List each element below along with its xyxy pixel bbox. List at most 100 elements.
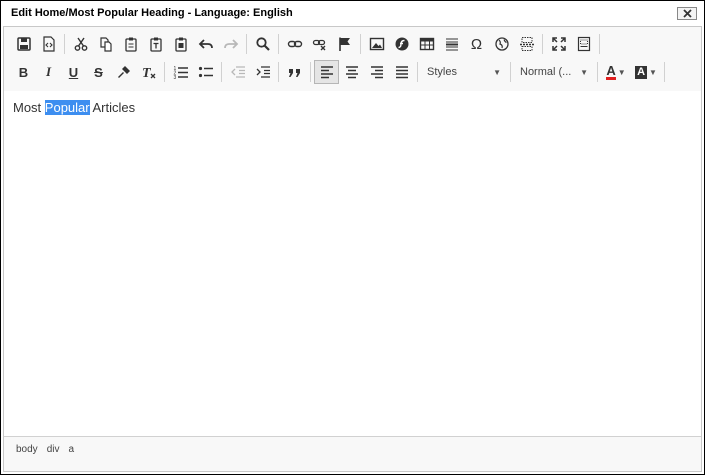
- blockquote-button[interactable]: [282, 60, 307, 84]
- strikethrough-button[interactable]: S: [86, 60, 111, 84]
- element-path-bar: body div a: [4, 436, 701, 471]
- breadcrumb: body div a: [16, 444, 74, 455]
- maximize-icon: [551, 37, 566, 51]
- dialog-titlebar: Edit Home/Most Popular Heading - Languag…: [1, 1, 704, 26]
- paste-word-icon: [174, 37, 187, 52]
- special-char-icon: Ω: [470, 35, 483, 53]
- remove-format-button[interactable]: T: [136, 60, 161, 84]
- toolbar-separator: [417, 62, 418, 82]
- indent-icon: [256, 66, 270, 78]
- toolbar-separator: [278, 62, 279, 82]
- copy-format-button[interactable]: [111, 60, 136, 84]
- bold-button[interactable]: B: [11, 60, 36, 84]
- save-icon: [16, 37, 31, 51]
- paste-button[interactable]: [118, 32, 143, 56]
- paste-word-button[interactable]: [168, 32, 193, 56]
- undo-icon: [198, 39, 213, 49]
- toolbar-separator: [246, 34, 247, 54]
- redo-icon: [223, 39, 238, 49]
- underline-button[interactable]: U: [61, 60, 86, 84]
- link-button[interactable]: [282, 32, 307, 56]
- toolbar-separator: [597, 62, 598, 82]
- horizontal-rule-button[interactable]: [439, 32, 464, 56]
- styles-label: Styles: [427, 66, 457, 78]
- flash-icon: [395, 37, 408, 51]
- unlink-button[interactable]: [307, 32, 332, 56]
- format-label: Normal (...: [520, 66, 572, 78]
- toolbar-separator: [360, 34, 361, 54]
- paste-text-icon: [149, 37, 162, 52]
- close-icon: [682, 9, 692, 18]
- copy-button[interactable]: [93, 32, 118, 56]
- toolbar-row-1: Ω: [11, 32, 603, 56]
- table-icon: [419, 37, 434, 51]
- copy-format-icon: [117, 66, 130, 78]
- background-color-button[interactable]: A ▼: [631, 60, 661, 84]
- toolbar-separator: [278, 34, 279, 54]
- cut-button[interactable]: [68, 32, 93, 56]
- align-right-button[interactable]: [364, 60, 389, 84]
- indent-button[interactable]: [250, 60, 275, 84]
- toolbar-separator: [664, 62, 665, 82]
- chevron-down-icon: ▼: [493, 67, 501, 77]
- justify-button[interactable]: [389, 60, 414, 84]
- align-left-button[interactable]: [314, 60, 339, 84]
- styles-dropdown[interactable]: Styles ▼: [421, 61, 507, 83]
- toolbar-row-2: B I U S T 1 2 3 Styles ▼ Normal (... ▼ A ▼ A ▼: [11, 60, 668, 84]
- italic-button[interactable]: I: [36, 60, 61, 84]
- image-button[interactable]: [364, 32, 389, 56]
- find-button[interactable]: [250, 32, 275, 56]
- close-button[interactable]: [677, 7, 697, 20]
- iframe-icon: [494, 37, 509, 51]
- iframe-button[interactable]: [489, 32, 514, 56]
- maximize-button[interactable]: [546, 32, 571, 56]
- svg-text:T: T: [142, 66, 152, 80]
- editor-content[interactable]: Most Popular Articles: [4, 91, 701, 436]
- special-char-button[interactable]: Ω: [464, 32, 489, 56]
- save-button[interactable]: [11, 32, 36, 56]
- breadcrumb-item[interactable]: a: [68, 444, 74, 455]
- toolbar-separator: [510, 62, 511, 82]
- editor-toolbar: Ω B I U S T 1 2 3 Styles ▼ Normal (... ▼ A ▼ A ▼: [4, 27, 701, 92]
- toolbar-separator: [542, 34, 543, 54]
- show-blocks-icon: [577, 36, 590, 52]
- align-center-icon: [345, 66, 358, 79]
- underline-icon: U: [68, 64, 79, 80]
- toolbar-separator: [164, 62, 165, 82]
- breadcrumb-item[interactable]: div: [47, 444, 60, 455]
- outdent-button[interactable]: [225, 60, 250, 84]
- anchor-button[interactable]: [332, 32, 357, 56]
- toolbar-separator: [221, 62, 222, 82]
- flash-button[interactable]: [389, 32, 414, 56]
- cut-icon: [74, 37, 87, 51]
- redo-button[interactable]: [218, 32, 243, 56]
- toolbar-separator: [310, 62, 311, 82]
- content-text-after: Articles: [89, 100, 136, 115]
- show-blocks-button[interactable]: [571, 32, 596, 56]
- content-text-before: Most: [13, 100, 45, 115]
- breadcrumb-item[interactable]: body: [16, 444, 38, 455]
- align-center-button[interactable]: [339, 60, 364, 84]
- toolbar-separator: [64, 34, 65, 54]
- text-color-button[interactable]: A ▼: [601, 60, 631, 84]
- undo-button[interactable]: [193, 32, 218, 56]
- align-left-icon: [320, 66, 333, 79]
- outdent-icon: [230, 66, 245, 78]
- blockquote-icon: [288, 69, 300, 77]
- unlink-icon: [312, 39, 325, 51]
- justify-icon: [395, 66, 408, 79]
- copy-icon: [99, 37, 112, 52]
- strikethrough-icon: S: [94, 64, 103, 80]
- remove-format-icon: T: [142, 66, 155, 80]
- paste-text-button[interactable]: [143, 32, 168, 56]
- numbered-list-button[interactable]: 123: [168, 60, 193, 84]
- chevron-down-icon: ▼: [617, 67, 626, 77]
- source-button[interactable]: [36, 32, 61, 56]
- page-break-button[interactable]: [514, 32, 539, 56]
- bulleted-list-button[interactable]: [193, 60, 218, 84]
- table-button[interactable]: [414, 32, 439, 56]
- editor-dialog: Edit Home/Most Popular Heading - Languag…: [0, 0, 705, 475]
- format-dropdown[interactable]: Normal (... ▼: [514, 61, 594, 83]
- dialog-title: Edit Home/Most Popular Heading - Languag…: [11, 7, 293, 19]
- toolbar-separator: [599, 34, 600, 54]
